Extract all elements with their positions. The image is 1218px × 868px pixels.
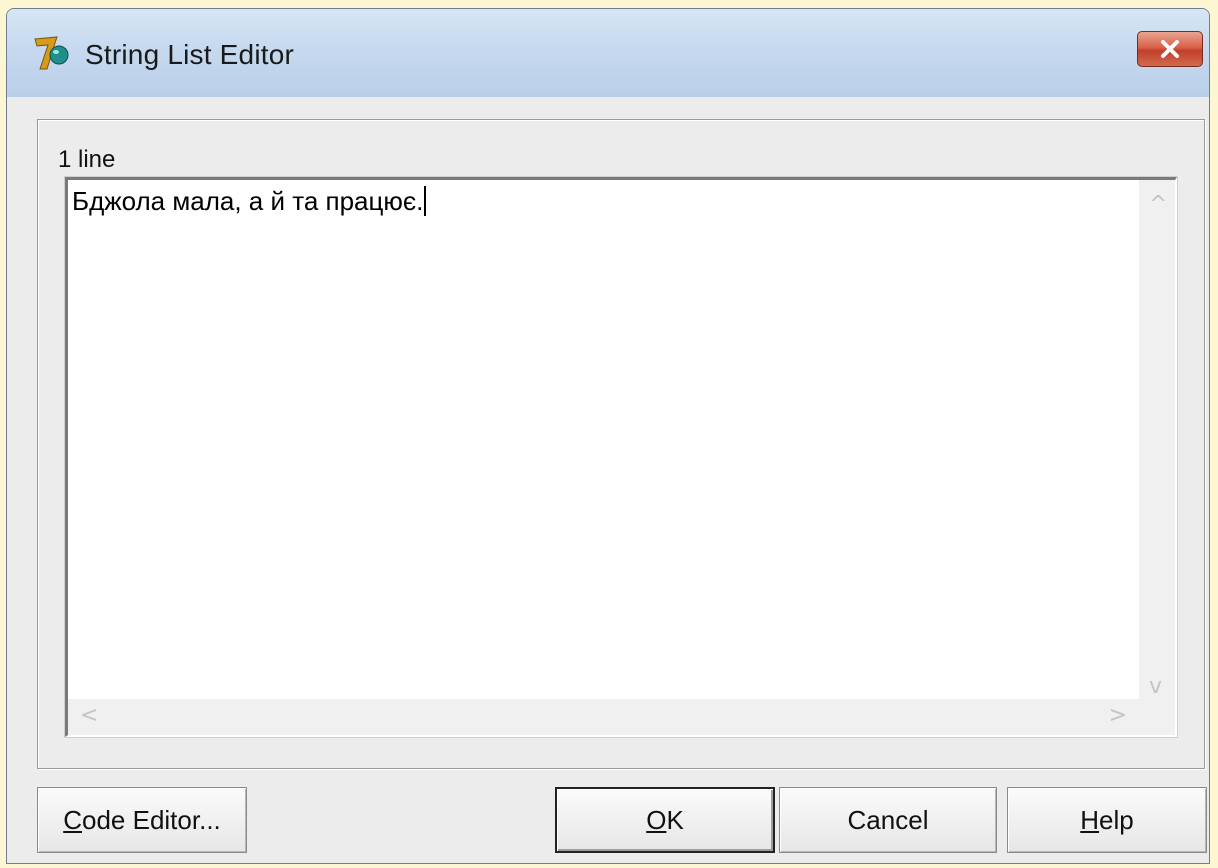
dialog-client-area: 1 line Бджола мала, а й та працює. ^ v <…: [7, 97, 1209, 863]
help-button[interactable]: Help: [1007, 787, 1207, 853]
cancel-button[interactable]: Cancel: [779, 787, 997, 853]
scroll-up-icon[interactable]: ^: [1149, 192, 1167, 217]
close-icon: [1161, 40, 1179, 58]
close-button[interactable]: [1137, 31, 1203, 67]
editor-group-box: 1 line Бджола мала, а й та працює. ^ v <…: [37, 119, 1205, 769]
scrollbar-corner: [1139, 699, 1175, 735]
window-title: String List Editor: [85, 39, 295, 70]
app-logo-icon: [34, 36, 69, 70]
ok-button[interactable]: OK: [555, 787, 775, 853]
text-caret: [424, 186, 427, 216]
title-bar[interactable]: String List Editor: [7, 9, 1209, 98]
vertical-scrollbar[interactable]: ^ v: [1139, 180, 1175, 699]
scroll-right-icon[interactable]: >: [1109, 703, 1127, 728]
code-editor-button[interactable]: Code Editor...: [37, 787, 247, 853]
horizontal-scrollbar[interactable]: < >: [68, 699, 1139, 735]
memo-text-line[interactable]: Бджола мала, а й та працює.: [72, 186, 427, 217]
scroll-down-icon[interactable]: v: [1149, 674, 1162, 699]
string-list-memo[interactable]: Бджола мала, а й та працює. ^ v < >: [64, 176, 1178, 738]
string-list-editor-window: String List Editor 1 line Бджола мала, а…: [6, 8, 1210, 864]
line-count-label: 1 line: [58, 146, 116, 173]
scroll-left-icon[interactable]: <: [80, 703, 98, 728]
